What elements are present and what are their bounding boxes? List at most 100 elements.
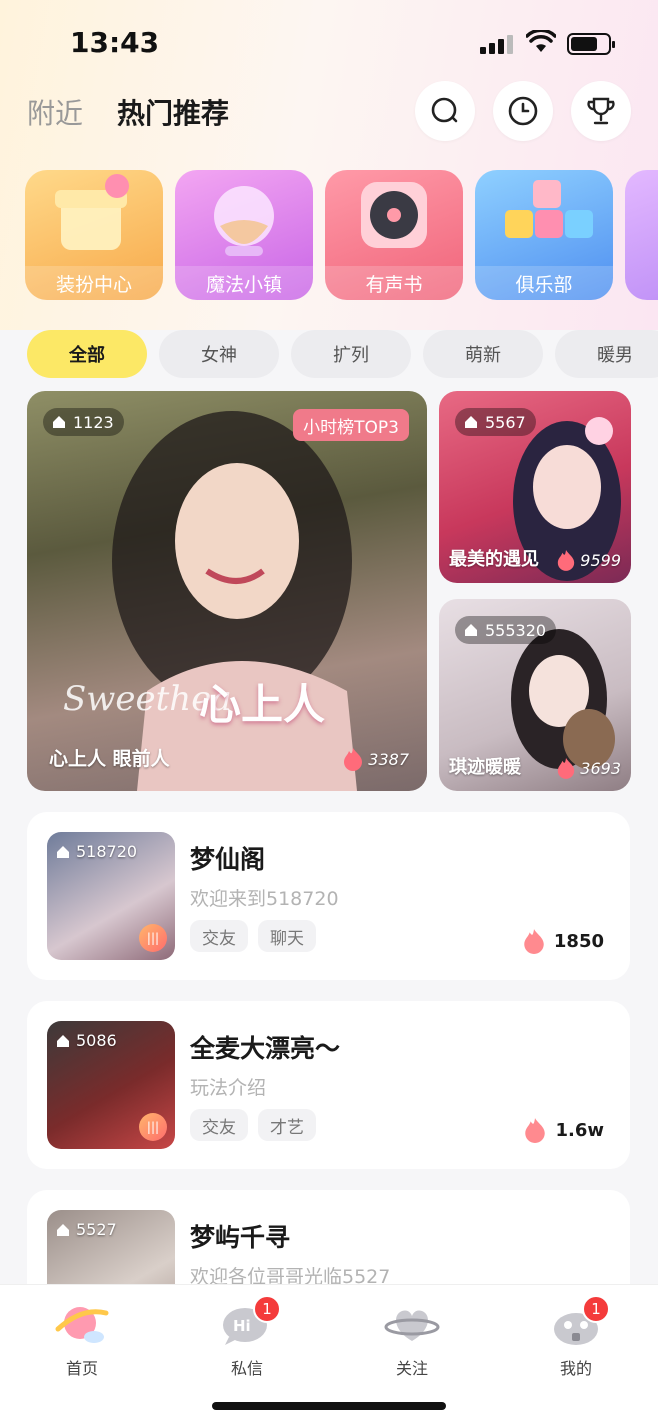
filter-chip-make-friends[interactable]: 扩列 (291, 330, 411, 378)
heart-planet-icon (384, 1299, 440, 1349)
tab-label: 私信 (230, 1359, 263, 1378)
room-title: 最美的遇见 (449, 549, 539, 570)
room-id-label: 5527 (55, 1220, 117, 1239)
feature-label: 装扮中心 (25, 266, 163, 300)
history-button[interactable] (493, 81, 553, 141)
house-icon (57, 1223, 69, 1236)
tab-home[interactable]: 首页 (27, 1299, 137, 1379)
room-id: 5086 (76, 1031, 117, 1050)
house-icon (53, 416, 65, 428)
search-icon (431, 97, 458, 123)
house-icon (57, 845, 69, 858)
cover-overlay-title: 心上人 (199, 680, 326, 729)
room-id-badge: 5567 (455, 408, 536, 436)
tab-profile[interactable]: 1 我的 (521, 1295, 631, 1379)
flame-icon (525, 1118, 546, 1143)
tab-label: 首页 (65, 1359, 98, 1378)
room-tag: 才艺 (258, 1109, 316, 1141)
room-id: 5527 (76, 1220, 117, 1239)
feature-more-partial[interactable] (625, 170, 658, 300)
flame-icon (558, 550, 575, 571)
room-tag: 交友 (190, 920, 248, 952)
feature-club[interactable]: 俱乐部 (475, 170, 613, 300)
tab-messages[interactable]: Hi 1 私信 (192, 1295, 302, 1379)
status-bar: 13:43 (0, 0, 658, 88)
room-title: 心上人 眼前人 (49, 748, 170, 770)
flame-icon (524, 929, 544, 954)
heat-value: 3387 (368, 749, 409, 769)
room-tags: 交友 聊天 (190, 920, 316, 952)
category-filters: 全部 女神 扩列 萌新 暖男 (27, 330, 658, 380)
room-heat: 1850 (522, 928, 604, 954)
room-id: 518720 (76, 842, 138, 861)
home-indicator (212, 1402, 446, 1410)
room-id: 5567 (485, 412, 526, 432)
heat-value: 3693 (580, 758, 621, 778)
room-name: 梦仙阁 (190, 845, 266, 874)
feature-dress-center[interactable]: 装扮中心 (25, 170, 163, 300)
chat-bubble-icon: Hi 1 (219, 1295, 281, 1349)
tab-hot-recommend[interactable]: 热门推荐 (117, 92, 229, 132)
filter-chip-warm-guy[interactable]: 暖男 (555, 330, 658, 378)
svg-text:Hi: Hi (233, 1317, 251, 1335)
room-description: 欢迎来到518720 (190, 888, 339, 910)
hourly-rank-badge: 小时榜TOP3 (293, 409, 409, 441)
mascot-icon: 1 (548, 1295, 610, 1349)
heat-value: 1850 (553, 930, 604, 952)
ranking-button[interactable] (571, 81, 631, 141)
room-list-item[interactable]: 5086 ||| 全麦大漂亮～ 玩法介绍 交友 才艺 1.6w (27, 1001, 630, 1169)
room-tag: 聊天 (258, 920, 316, 952)
search-button[interactable] (415, 81, 475, 141)
home-planet-icon (54, 1299, 110, 1349)
room-list-item[interactable]: 518720 ||| 梦仙阁 欢迎来到518720 交友 聊天 1850 (27, 812, 630, 980)
flame-icon (344, 748, 363, 771)
tab-label: 关注 (395, 1359, 428, 1378)
featured-room-main[interactable]: 1123 小时榜TOP3 Sweethea 心上人 心上人 眼前人 3387 (27, 391, 427, 791)
house-icon (57, 1034, 69, 1047)
feature-audiobook[interactable]: 有声书 (325, 170, 463, 300)
room-id-badge: 1123 (43, 408, 124, 436)
tab-following[interactable]: 关注 (357, 1299, 467, 1379)
filter-chip-all[interactable]: 全部 (27, 330, 147, 378)
room-id-label: 518720 (55, 842, 137, 861)
wifi-icon (526, 30, 556, 52)
status-time: 13:43 (70, 26, 160, 59)
unread-badge: 1 (582, 1295, 610, 1323)
featured-room-side-2[interactable]: 555320 琪迹暖暖 3693 (439, 599, 631, 791)
feature-label: 俱乐部 (475, 266, 613, 300)
house-icon (465, 624, 477, 636)
tab-nearby[interactable]: 附近 (27, 92, 83, 132)
room-heat: 9599 (556, 549, 621, 571)
room-id: 555320 (485, 620, 547, 640)
room-tags: 交友 才艺 (190, 1109, 316, 1141)
feature-shortcuts: 装扮中心 魔法小镇 有声书 俱乐部 (25, 170, 658, 302)
battery-icon (567, 33, 615, 55)
flame-icon (558, 758, 575, 779)
room-name: 全麦大漂亮～ (190, 1034, 341, 1063)
room-tag: 交友 (190, 1109, 248, 1141)
live-audio-icon: ||| (139, 1113, 167, 1141)
heat-value: 9599 (580, 550, 621, 570)
room-heat: 3387 (342, 747, 409, 771)
header-tabs: 附近 热门推荐 (27, 92, 229, 132)
filter-chip-goddess[interactable]: 女神 (159, 330, 279, 378)
featured-room-side-1[interactable]: 5567 最美的遇见 9599 (439, 391, 631, 583)
unread-badge: 1 (253, 1295, 281, 1323)
heat-value: 1.6w (555, 1119, 604, 1141)
header-actions (415, 81, 631, 141)
filter-chip-newbie[interactable]: 萌新 (423, 330, 543, 378)
room-id-badge: 555320 (455, 616, 557, 644)
feature-magic-town[interactable]: 魔法小镇 (175, 170, 313, 300)
live-audio-icon: ||| (139, 924, 167, 952)
house-icon (465, 416, 477, 428)
room-name: 梦屿千寻 (190, 1223, 291, 1252)
clock-icon (508, 96, 538, 126)
feature-label: 有声书 (325, 266, 463, 300)
room-id-label: 5086 (55, 1031, 117, 1050)
room-thumbnail: 518720 ||| (47, 832, 175, 960)
room-id: 1123 (73, 412, 114, 432)
room-thumbnail: 5086 ||| (47, 1021, 175, 1149)
trophy-icon (587, 97, 615, 125)
room-description: 玩法介绍 (190, 1077, 267, 1099)
room-heat: 3693 (556, 757, 621, 779)
